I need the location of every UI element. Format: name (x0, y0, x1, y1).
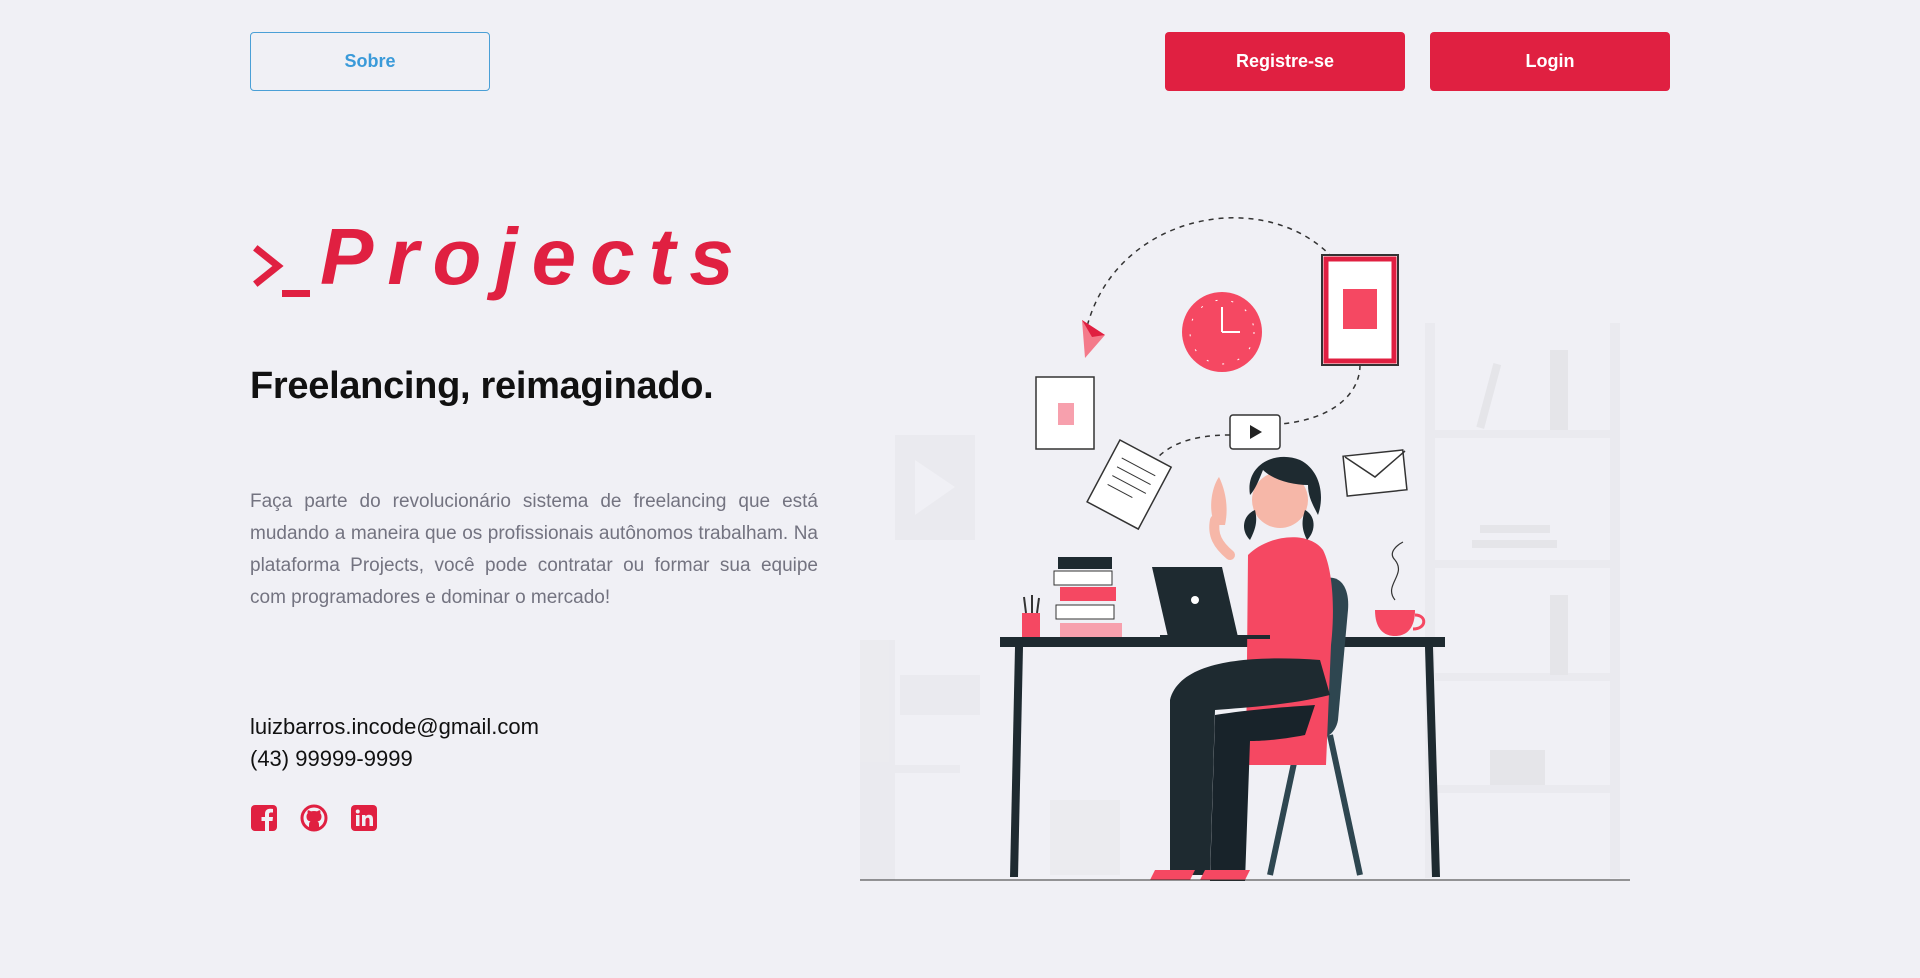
logo-text: Projects (320, 212, 748, 301)
contact-email: luizbarros.incode@gmail.com (250, 714, 539, 739)
contact-phone: (43) 99999-9999 (250, 746, 413, 771)
linkedin-icon[interactable] (350, 804, 378, 832)
facebook-icon[interactable] (250, 804, 278, 832)
description: Faça parte do revolucionário sistema de … (250, 491, 818, 608)
terminal-prompt-icon (253, 245, 310, 297)
freelancer-illustration (860, 217, 1630, 881)
register-button[interactable]: Registre-se (1165, 32, 1405, 91)
github-icon[interactable] (300, 804, 328, 832)
tagline: Freelancing, reimaginado. (250, 365, 714, 407)
login-button[interactable]: Login (1430, 32, 1670, 91)
logo: Projects (252, 212, 748, 302)
social-links (250, 804, 378, 832)
about-button[interactable]: Sobre (250, 32, 490, 91)
